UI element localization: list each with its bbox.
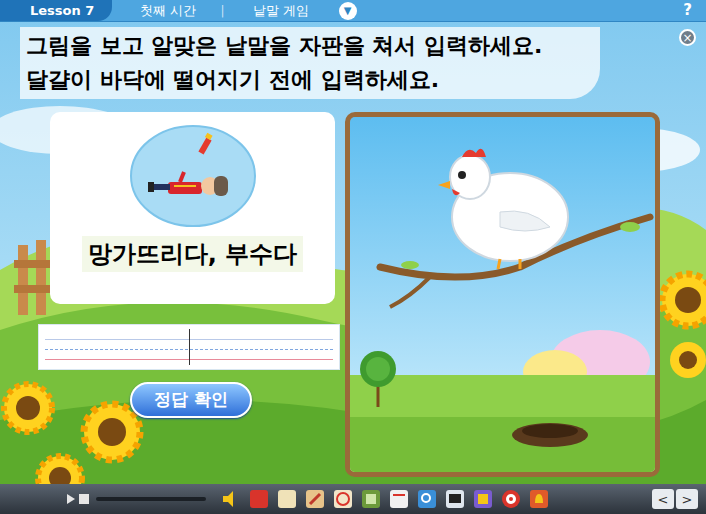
text-cursor [189, 329, 190, 365]
lesson-tab: Lesson 7 [0, 0, 112, 21]
progress-track[interactable] [96, 497, 206, 501]
play-stop-icon[interactable] [66, 493, 90, 505]
card-icon[interactable] [388, 488, 410, 510]
tool-icons [220, 488, 550, 510]
instruction-box: 그림을 보고 알맞은 낱말을 자판을 쳐서 입력하세요. 달걀이 바닥에 떨어지기… [20, 27, 600, 99]
page-nav: <> [652, 489, 698, 509]
period-label[interactable]: 첫째 시간 [140, 1, 196, 21]
instruction-line: 그림을 보고 알맞은 낱말을 자판을 쳐서 입력하세요. [26, 31, 600, 61]
search-icon[interactable] [416, 488, 438, 510]
broken-toy-soldier-icon [130, 124, 256, 228]
speaker-icon[interactable] [220, 488, 242, 510]
lesson-label: Lesson 7 [30, 1, 94, 21]
bell-icon[interactable] [528, 488, 550, 510]
dartboard-icon[interactable] [500, 488, 522, 510]
film-icon[interactable] [360, 488, 382, 510]
instruction-line: 달걀이 바닥에 떨어지기 전에 입력하세요. [26, 65, 600, 95]
word-card: 망가뜨리다, 부수다 [50, 112, 335, 304]
timer-icon[interactable] [332, 488, 354, 510]
game-screen: Lesson 7 첫째 시간 | 낱말 게임 ▼ ? 그림을 보고 알맞은 낱말… [0, 0, 706, 514]
book-icon[interactable] [248, 488, 270, 510]
close-button[interactable]: × [679, 29, 696, 46]
activity-label[interactable]: 낱말 게임 [253, 1, 309, 21]
dictionary-icon[interactable] [276, 488, 298, 510]
answer-input[interactable] [38, 324, 340, 370]
game-panel [345, 112, 660, 477]
menu-dropdown[interactable]: ▼ [339, 2, 357, 20]
check-answer-button[interactable]: 정답 확인 [130, 382, 252, 418]
pencil-icon[interactable] [304, 488, 326, 510]
top-bar: Lesson 7 첫째 시간 | 낱말 게임 ▼ ? [0, 0, 706, 22]
next-page-button[interactable]: > [676, 489, 698, 509]
monitor-icon[interactable] [444, 488, 466, 510]
gallery-icon[interactable] [472, 488, 494, 510]
hen-on-branch-icon [350, 117, 655, 472]
help-button[interactable]: ? [683, 0, 692, 22]
bottom-toolbar: <> [0, 484, 706, 514]
word-meaning: 망가뜨리다, 부수다 [82, 236, 303, 272]
separator: | [220, 2, 224, 20]
prev-page-button[interactable]: < [652, 489, 674, 509]
